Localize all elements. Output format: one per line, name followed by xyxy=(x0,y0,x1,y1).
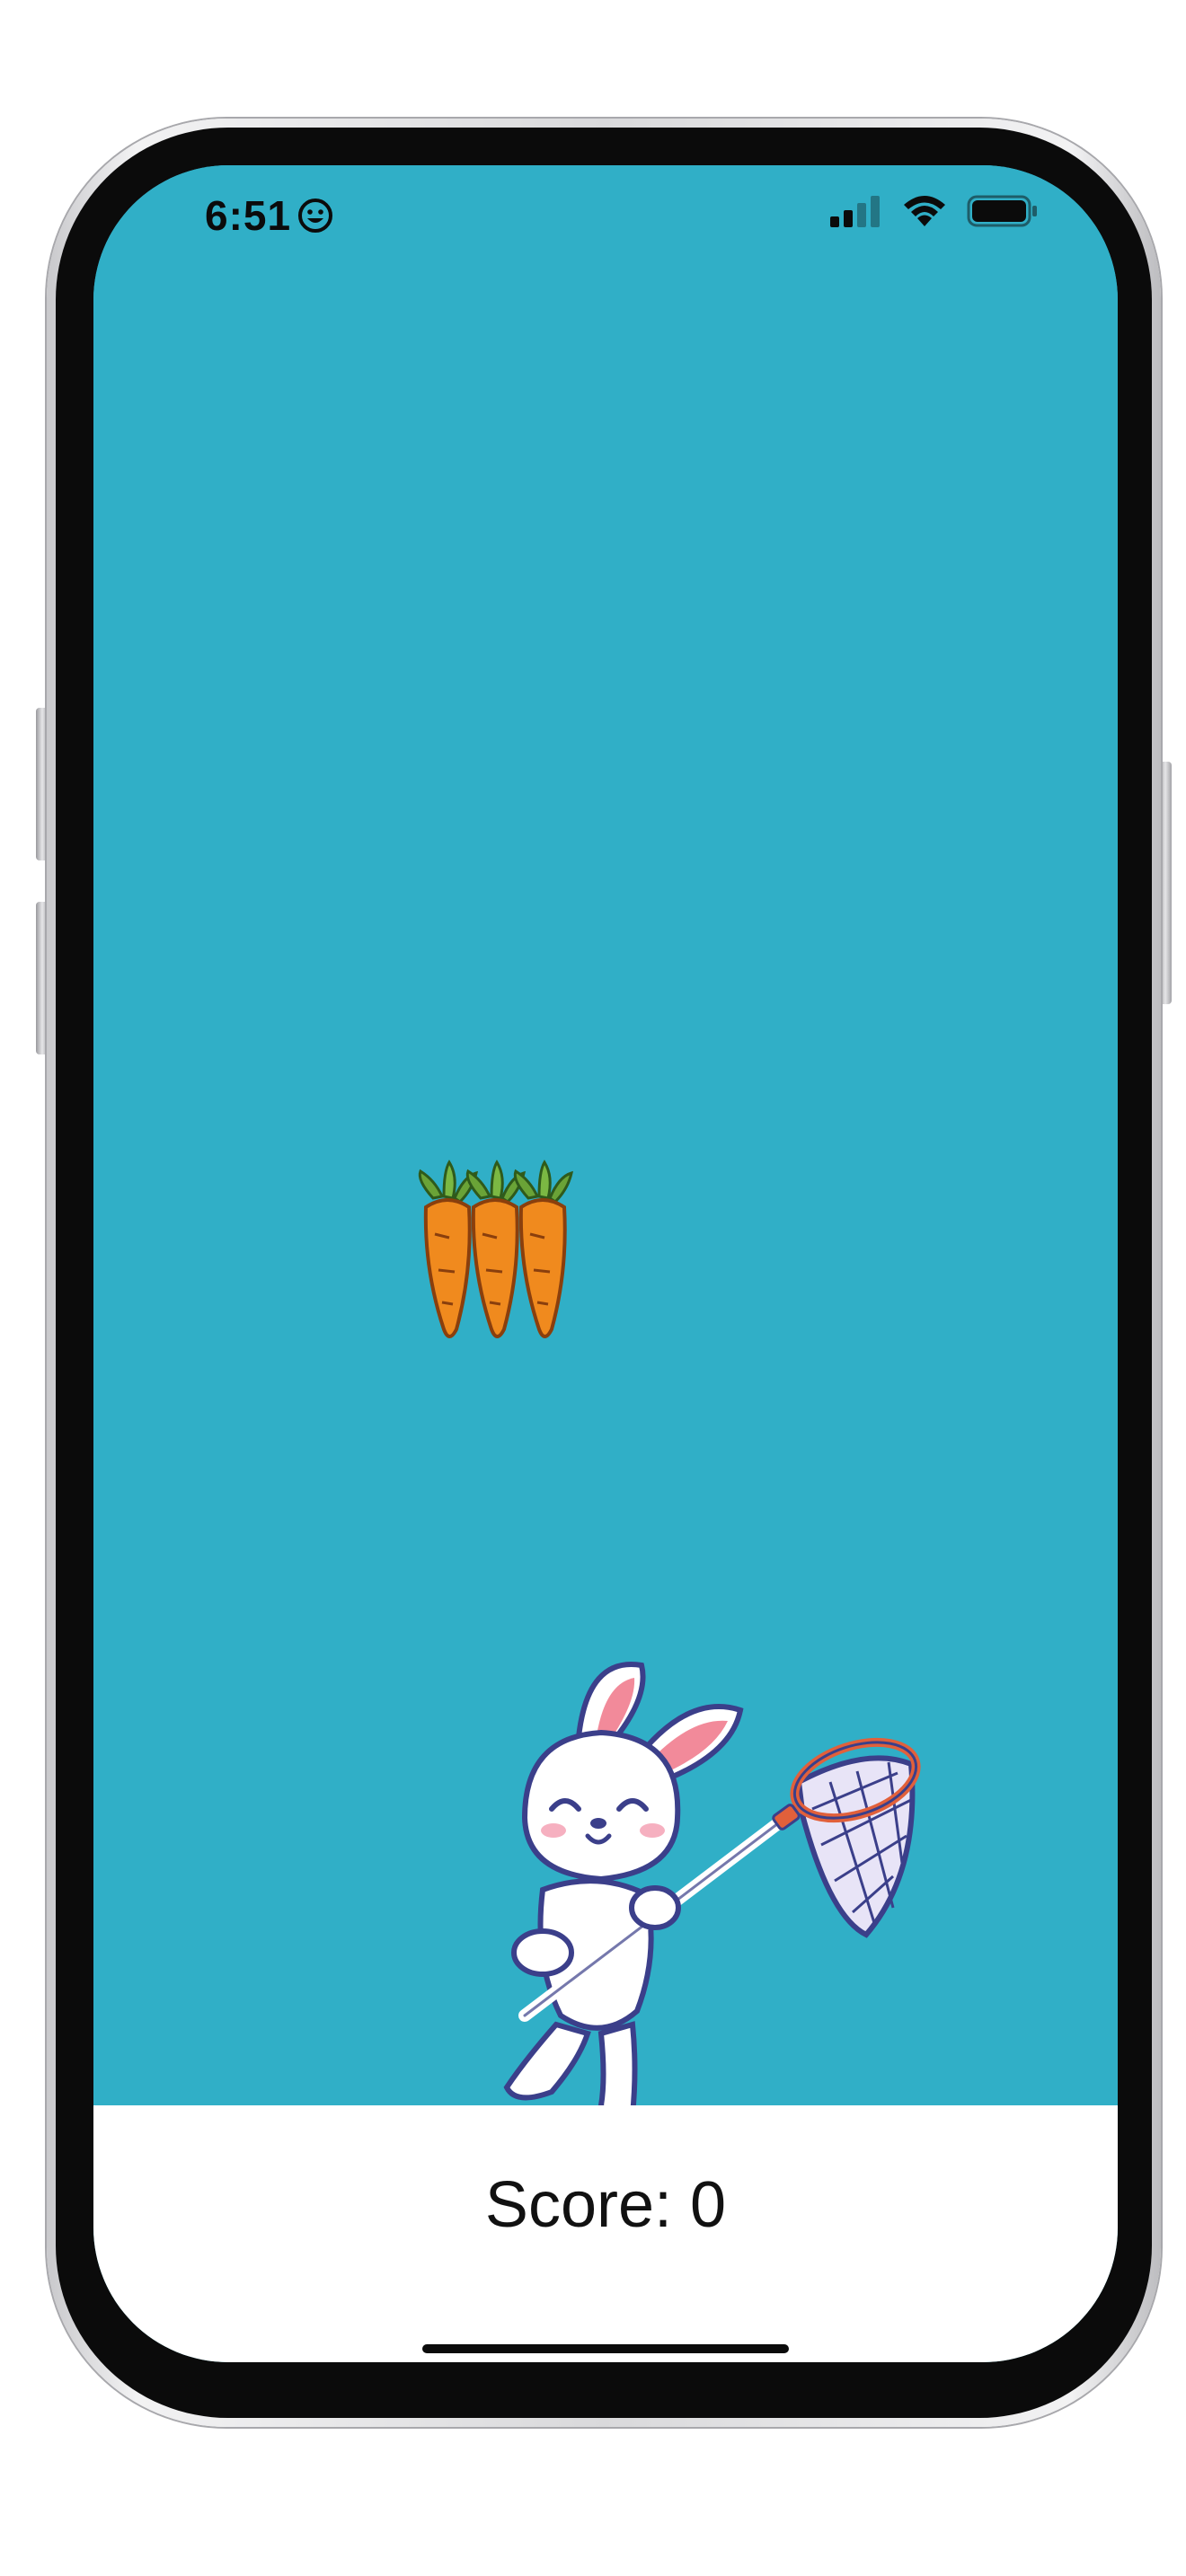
cellular-signal-icon xyxy=(830,196,880,227)
status-bar: 6:51 xyxy=(93,165,1118,264)
score-label: Score: 0 xyxy=(484,2169,727,2241)
smiley-icon xyxy=(298,198,333,233)
power-button xyxy=(1159,762,1172,1004)
score-panel: Score: 0 xyxy=(93,2105,1118,2362)
home-indicator[interactable] xyxy=(422,2344,789,2353)
phone-screen: 6:51 Score: 0 xyxy=(93,165,1118,2362)
status-time-group: 6:51 xyxy=(205,189,334,243)
carrots-icon xyxy=(418,1160,574,1338)
stage: 6:51 Score: 0 xyxy=(0,0,1186,2576)
wifi-icon xyxy=(904,196,945,226)
status-time: 6:51 xyxy=(205,192,292,239)
bunny-with-net-icon[interactable] xyxy=(444,1638,947,2141)
status-icons xyxy=(830,194,1039,228)
game-area[interactable] xyxy=(93,165,1118,2137)
battery-icon xyxy=(967,195,1037,227)
